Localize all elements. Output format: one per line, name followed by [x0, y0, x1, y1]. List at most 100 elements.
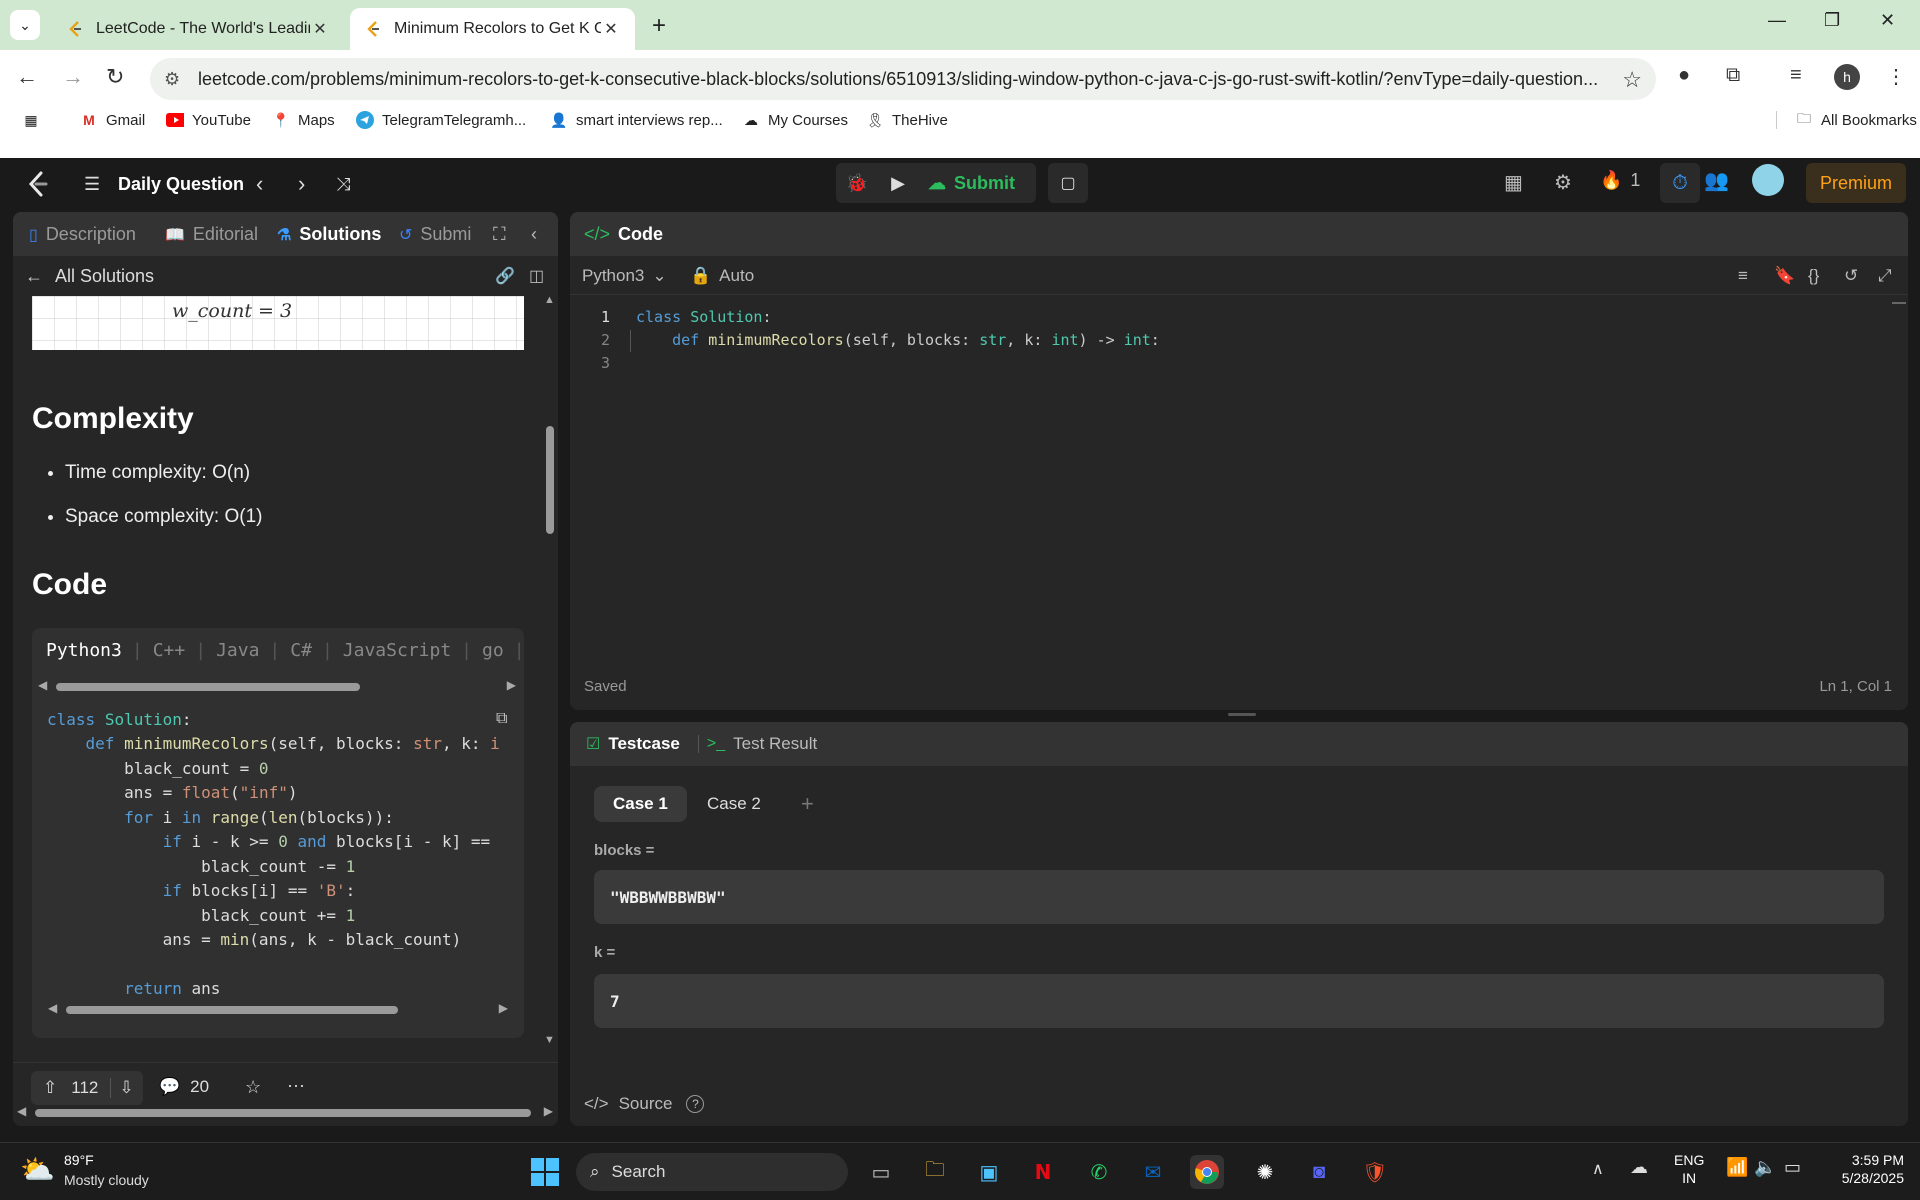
editor-line[interactable]: 2 def minimumRecolors(self, blocks: str,… — [570, 331, 1160, 349]
all-bookmarks[interactable]: 🗀 All Bookmarks — [1776, 110, 1917, 129]
tab-editorial[interactable]: 📖 Editorial — [165, 224, 258, 245]
back-icon[interactable]: ← — [16, 64, 38, 90]
editor-line[interactable]: 1 class Solution: — [570, 308, 772, 326]
back-arrow-icon[interactable]: ← — [25, 266, 43, 287]
forward-icon[interactable]: → — [62, 64, 84, 90]
apps-icon[interactable]: ▦ — [22, 111, 48, 129]
horizontal-scrollbar[interactable]: ◀ ▶ — [17, 1104, 553, 1119]
comments-button[interactable]: 💬 20 — [159, 1077, 209, 1097]
media-control-icon[interactable]: ≡ — [1790, 64, 1802, 87]
settings-gear-icon[interactable]: ⚙ — [1554, 170, 1572, 195]
reload-icon[interactable]: ↻ — [106, 64, 124, 90]
extensions-puzzle-icon[interactable]: ⧉ — [1726, 64, 1740, 87]
whatsapp-icon[interactable]: ✆ — [1082, 1155, 1116, 1189]
problem-list-icon[interactable]: ☰ — [84, 158, 100, 210]
lang-tab[interactable]: go — [482, 640, 504, 661]
bookmark-thehive[interactable]: 🎗 TheHive — [866, 111, 948, 129]
run-button[interactable]: ▶ — [878, 173, 918, 194]
upvote-icon[interactable]: ⇧ — [43, 1078, 57, 1098]
bookmark-maps[interactable]: 📍 Maps — [272, 111, 334, 129]
reset-icon[interactable]: ↺ — [1844, 266, 1858, 286]
user-avatar[interactable] — [1752, 164, 1784, 196]
bookmark-gmail[interactable]: M Gmail — [80, 111, 145, 129]
lang-tab[interactable]: C# — [290, 640, 312, 661]
netflix-icon[interactable]: N — [1026, 1155, 1060, 1189]
wifi-icon[interactable]: 📶 — [1726, 1157, 1748, 1178]
lang-tab[interactable]: Python3 — [46, 640, 122, 661]
tab-solutions[interactable]: ⚗ Solutions — [277, 224, 381, 245]
bookmark-smart-interviews[interactable]: 👤 smart interviews rep... — [550, 111, 722, 129]
layout-icon[interactable]: ▦ — [1504, 170, 1523, 195]
code-scrollbar[interactable]: ◀ ▶ — [48, 1001, 508, 1016]
downvote-icon[interactable]: ⇩ — [110, 1078, 134, 1098]
task-view-icon[interactable]: ▭ — [864, 1155, 898, 1189]
lang-tab[interactable]: C++ — [153, 640, 186, 661]
bookmark-icon[interactable]: 🔖 — [1774, 266, 1795, 286]
chevron-up-icon[interactable]: ∧ — [1592, 1159, 1604, 1179]
submit-button[interactable]: ☁ Submit — [918, 173, 1015, 194]
resize-handle[interactable] — [1228, 713, 1256, 716]
close-tab-icon[interactable]: ✕ — [601, 19, 621, 39]
auto-mode-toggle[interactable]: 🔒 Auto — [690, 266, 754, 286]
blocks-input[interactable]: "WBBWWBBWBW" — [594, 870, 1884, 924]
weather-desc[interactable]: Mostly cloudy — [64, 1172, 149, 1188]
outlook-icon[interactable]: ✉ — [1136, 1155, 1170, 1189]
case-1-button[interactable]: Case 1 — [594, 786, 687, 822]
shuffle-icon[interactable]: ⤨ — [336, 158, 350, 210]
profile-avatar[interactable]: h — [1834, 64, 1860, 90]
minimize-icon[interactable]: — — [1768, 10, 1786, 31]
clock[interactable]: 3:59 PM 5/28/2025 — [1824, 1152, 1904, 1186]
weather-temp[interactable]: 89°F — [64, 1152, 94, 1168]
prev-problem-icon[interactable]: ‹ — [256, 158, 263, 210]
brave-icon[interactable]: 🛡 — [1358, 1155, 1392, 1189]
debug-icon[interactable]: 🐞 — [836, 173, 878, 194]
file-explorer-icon[interactable]: 🗀 — [918, 1155, 952, 1189]
tab-submissions[interactable]: ↺ Submi — [399, 224, 481, 245]
tab-description[interactable]: ▯ Description — [29, 224, 136, 245]
volume-icon[interactable]: 🔈 — [1754, 1157, 1776, 1178]
lang-tab[interactable]: JavaScript — [343, 640, 451, 661]
tab-search-button[interactable]: ⌄ — [10, 10, 40, 40]
close-tab-icon[interactable]: ✕ — [310, 19, 330, 39]
case-2-button[interactable]: Case 2 — [688, 786, 780, 822]
address-bar[interactable]: ⚙ leetcode.com/problems/minimum-recolors… — [150, 58, 1656, 100]
help-icon[interactable]: ? — [686, 1095, 705, 1113]
bookmark-my-courses[interactable]: ☁ My Courses — [742, 111, 848, 129]
vertical-scrollbar[interactable]: ▲ ▼ — [544, 294, 556, 1046]
chrome-icon[interactable] — [1190, 1155, 1224, 1189]
next-problem-icon[interactable]: › — [298, 158, 305, 210]
braces-icon[interactable]: {} — [1808, 266, 1819, 286]
bookmark-star-icon[interactable]: ☆ — [1622, 67, 1642, 93]
leetcode-logo[interactable] — [26, 158, 50, 210]
source-link[interactable]: </> Source ? — [584, 1094, 705, 1114]
expand-icon[interactable]: ⛶ — [493, 224, 506, 245]
browser-tab[interactable]: LeetCode - The World's Leading ✕ — [52, 8, 344, 50]
bookmark-telegram[interactable]: TelegramTelegramh... — [356, 111, 526, 129]
site-info-icon[interactable]: ⚙ — [164, 69, 180, 90]
add-case-icon[interactable]: + — [782, 786, 833, 822]
premium-button[interactable]: Premium — [1806, 163, 1906, 203]
bookmark-youtube[interactable]: YouTube — [166, 111, 251, 129]
more-options-icon[interactable]: ··· — [287, 1075, 305, 1096]
link-icon[interactable]: 🔗 — [495, 266, 515, 286]
add-friend-icon[interactable]: 👥 — [1704, 168, 1729, 193]
lang-tab[interactable]: Java — [216, 640, 259, 661]
split-view-icon[interactable]: ◫ — [529, 266, 544, 286]
browser-menu-icon[interactable]: ⋮ — [1886, 64, 1906, 89]
daily-question-link[interactable]: Daily Question — [118, 158, 244, 210]
restore-icon[interactable]: ❐ — [1824, 10, 1840, 31]
tab-testcase[interactable]: Testcase — [608, 734, 680, 754]
battery-icon[interactable]: ▭ — [1784, 1157, 1801, 1178]
notes-button[interactable]: ▢ — [1048, 163, 1088, 203]
all-solutions-link[interactable]: All Solutions — [55, 266, 154, 287]
format-icon[interactable]: ≡ — [1738, 266, 1748, 286]
new-tab-icon[interactable]: + — [652, 12, 666, 40]
taskbar-search[interactable]: ⌕ Search — [576, 1153, 848, 1191]
timer-icon[interactable]: ⏱ — [1660, 163, 1700, 203]
store-icon[interactable]: ▣ — [972, 1155, 1006, 1189]
language-select[interactable]: Python3 ⌄ — [582, 266, 667, 286]
discord-icon[interactable]: ◙ — [1302, 1155, 1336, 1189]
close-window-icon[interactable]: ✕ — [1880, 10, 1895, 31]
collapse-panel-icon[interactable]: ‹ — [531, 224, 537, 245]
onedrive-icon[interactable]: ☁ — [1630, 1157, 1648, 1178]
